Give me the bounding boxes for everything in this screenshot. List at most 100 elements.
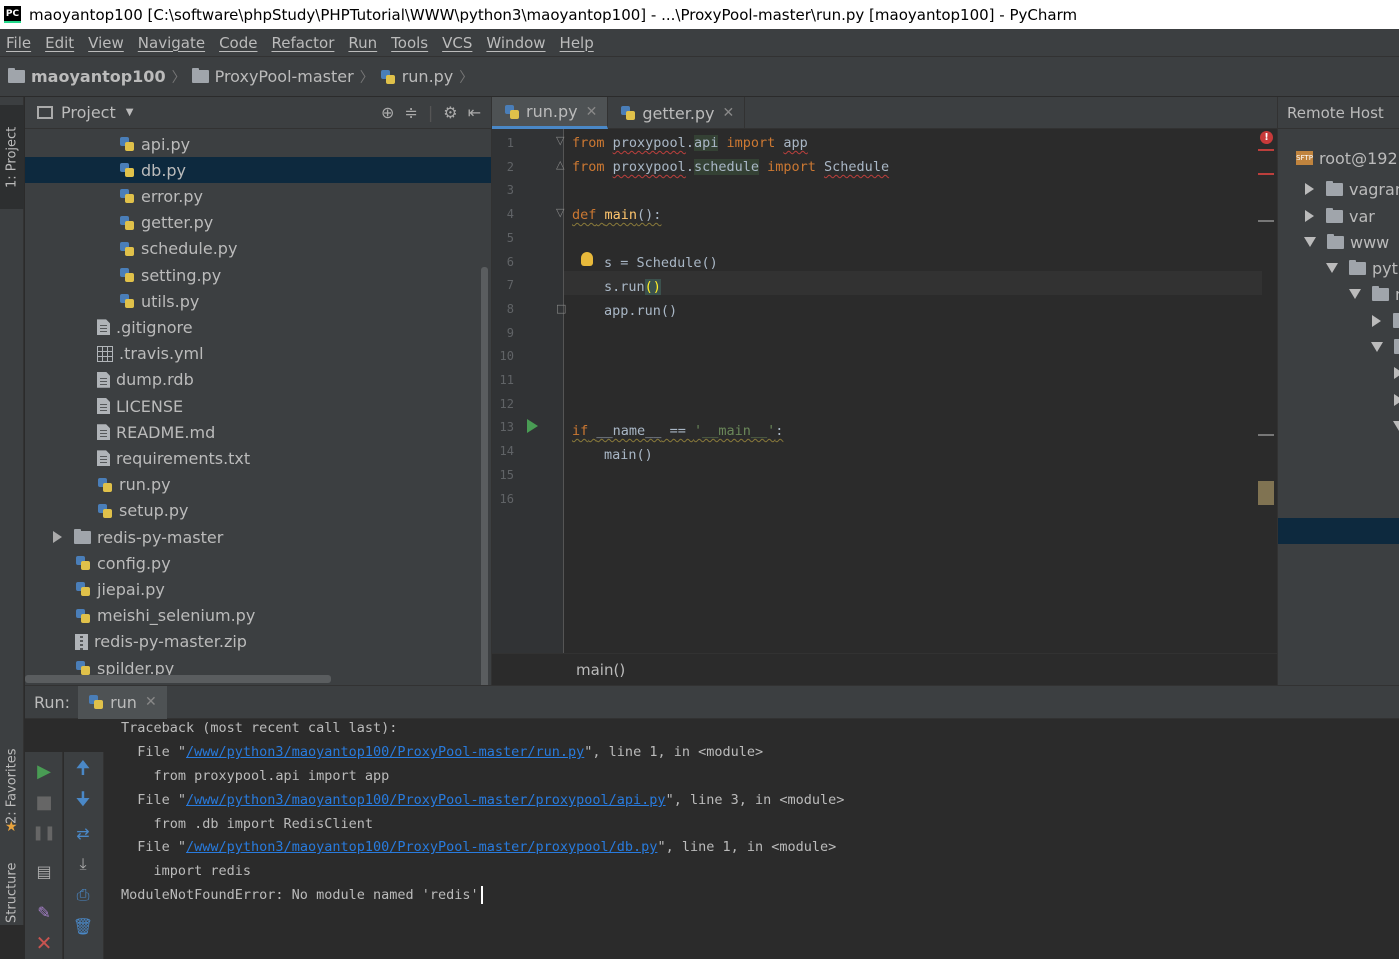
remote-host-item[interactable]: SFTP root@192.1 — [1296, 145, 1399, 171]
tree-item[interactable]: utils.py — [25, 288, 199, 314]
console-output[interactable]: Traceback (most recent call last): File … — [121, 714, 1391, 919]
tree-item[interactable]: .travis.yml — [25, 341, 204, 367]
error-stripe[interactable]: ! — [1258, 129, 1276, 653]
tree-item[interactable]: requirements.txt — [25, 445, 250, 471]
tree-item[interactable]: redis-py-master.zip — [25, 629, 247, 655]
remote-folder-expanded[interactable] — [1371, 334, 1399, 360]
close-icon[interactable]: ✕ — [723, 105, 735, 121]
collapse-arrow-icon[interactable] — [1393, 421, 1399, 431]
menu-run[interactable]: Run — [342, 34, 385, 52]
error-indicator-icon[interactable]: ! — [1260, 131, 1273, 144]
tab-getter-py[interactable]: getter.py ✕ — [608, 97, 746, 129]
soft-wrap-icon[interactable]: ⇄ — [64, 818, 102, 848]
tree-item[interactable]: redis-py-master — [25, 524, 223, 550]
collapse-arrow-icon[interactable] — [1349, 289, 1361, 299]
expand-arrow-icon[interactable] — [1394, 367, 1399, 379]
tree-item[interactable]: setting.py — [25, 262, 221, 288]
scroll-to-end-icon[interactable]: ⤓ — [64, 849, 102, 879]
hide-panel-icon[interactable]: ⇤ — [468, 103, 481, 122]
remote-subitem[interactable] — [1394, 387, 1399, 413]
collapse-arrow-icon[interactable] — [1326, 263, 1338, 273]
project-tool-tab[interactable]: 1: Project — [0, 105, 24, 209]
fold-icon[interactable]: ▽ — [556, 206, 564, 219]
error-marker[interactable] — [1258, 173, 1274, 175]
remote-folder-m[interactable]: m — [1349, 281, 1399, 307]
code-area[interactable]: from proxypool.api import app from proxy… — [572, 129, 1262, 653]
menu-view[interactable]: View — [82, 34, 132, 52]
remote-folder-python[interactable]: pyth — [1326, 255, 1399, 281]
expand-arrow-icon[interactable] — [1305, 183, 1314, 195]
remote-folder-var[interactable]: var — [1305, 203, 1375, 229]
expand-arrow-icon[interactable] — [1372, 315, 1381, 327]
remote-selected-row[interactable] — [1278, 518, 1399, 544]
expand-arrow-icon[interactable] — [53, 531, 62, 543]
arrow-down-icon[interactable]: 🠋 — [64, 787, 102, 817]
scroll-thumb[interactable] — [1258, 481, 1274, 505]
tree-item[interactable]: config.py — [25, 550, 171, 576]
remote-folder-www[interactable]: www — [1304, 229, 1389, 255]
close-icon[interactable]: ✕ — [145, 694, 157, 710]
tree-item[interactable]: setup.py — [25, 498, 188, 524]
print-icon[interactable]: ⎙ — [64, 880, 102, 910]
pause-icon[interactable]: ❚❚ — [25, 818, 63, 848]
stop-icon[interactable]: ■ — [25, 787, 63, 817]
collapse-all-icon[interactable]: ≑ — [404, 103, 417, 122]
tab-run-py[interactable]: run.py ✕ — [492, 97, 609, 129]
collapse-arrow-icon[interactable] — [1304, 237, 1316, 247]
expand-arrow-icon[interactable] — [1305, 210, 1314, 222]
tree-item[interactable]: README.md — [25, 419, 215, 445]
arrow-up-icon[interactable]: 🠉 — [64, 756, 102, 786]
remote-subitem[interactable] — [1393, 413, 1399, 439]
remote-subitem[interactable] — [1394, 360, 1399, 386]
tree-item[interactable]: jiepai.py — [25, 576, 165, 602]
tree-item[interactable]: schedule.py — [25, 236, 237, 262]
menu-window[interactable]: Window — [480, 34, 553, 52]
file-link[interactable]: /www/python3/maoyantop100/ProxyPool-mast… — [186, 744, 584, 760]
tree-item[interactable]: db.py — [25, 157, 491, 184]
close-icon[interactable]: ✕ — [586, 104, 598, 120]
close-run-icon[interactable]: ✕ — [25, 928, 63, 958]
menu-refactor[interactable]: Refactor — [265, 34, 342, 52]
run-gutter-icon[interactable] — [527, 419, 538, 433]
project-view-selector[interactable]: Project — [61, 103, 116, 122]
menu-help[interactable]: Help — [554, 34, 602, 52]
pin-icon[interactable]: ✎ — [25, 897, 63, 927]
remote-folder-collapsed[interactable] — [1372, 308, 1399, 334]
file-link[interactable]: /www/python3/maoyantop100/ProxyPool-mast… — [186, 792, 666, 808]
warning-marker[interactable] — [1258, 220, 1274, 222]
fold-icon[interactable]: △ — [556, 158, 564, 171]
menu-tools[interactable]: Tools — [385, 34, 436, 52]
menu-vcs[interactable]: VCS — [436, 34, 480, 52]
breadcrumb-folder[interactable]: ProxyPool-master 〉 — [191, 67, 374, 87]
tree-item[interactable]: .gitignore — [25, 314, 193, 340]
remote-folder-vagrant[interactable]: vagrant — [1305, 176, 1399, 202]
menu-edit[interactable]: Edit — [39, 34, 82, 52]
tree-item[interactable]: error.py — [25, 183, 203, 209]
menu-code[interactable]: Code — [213, 34, 265, 52]
fold-icon[interactable]: □ — [556, 302, 566, 315]
structure-tool-tab[interactable]: Structure — [0, 861, 24, 925]
vertical-scrollbar[interactable] — [481, 267, 488, 685]
line-number-gutter[interactable]: 1 2 3 4 5 6 7 8 9 10 11 12 13 14 15 16 ▽ △ ▽ □ — [492, 129, 593, 653]
warning-marker[interactable] — [1258, 434, 1274, 436]
rerun-icon[interactable]: ▶ — [25, 756, 63, 786]
horizontal-scrollbar[interactable] — [25, 675, 331, 683]
file-link[interactable]: /www/python3/maoyantop100/ProxyPool-mast… — [186, 839, 657, 855]
tree-item[interactable]: run.py — [25, 472, 171, 498]
tree-item[interactable]: meishi_selenium.py — [25, 603, 255, 629]
trash-icon[interactable]: 🗑 — [64, 911, 102, 941]
editor-breadcrumb[interactable]: main() — [492, 653, 1278, 685]
collapse-arrow-icon[interactable] — [1371, 342, 1383, 352]
breadcrumb-file[interactable]: run.py 〉 — [380, 67, 473, 87]
locate-icon[interactable]: ⊕ — [381, 103, 394, 122]
expand-arrow-icon[interactable] — [1394, 394, 1399, 406]
fold-icon[interactable]: ▽ — [556, 134, 564, 147]
tree-item[interactable]: dump.rdb — [25, 367, 194, 393]
gear-icon[interactable]: ⚙ — [443, 103, 457, 122]
breadcrumb-root[interactable]: maoyantop100 〉 — [8, 67, 186, 87]
tree-item[interactable]: api.py — [25, 131, 190, 157]
tree-item[interactable]: getter.py — [25, 210, 213, 236]
error-marker[interactable] — [1258, 149, 1274, 151]
dump-threads-icon[interactable]: ▤ — [25, 856, 63, 886]
menu-file[interactable]: File — [0, 34, 39, 52]
